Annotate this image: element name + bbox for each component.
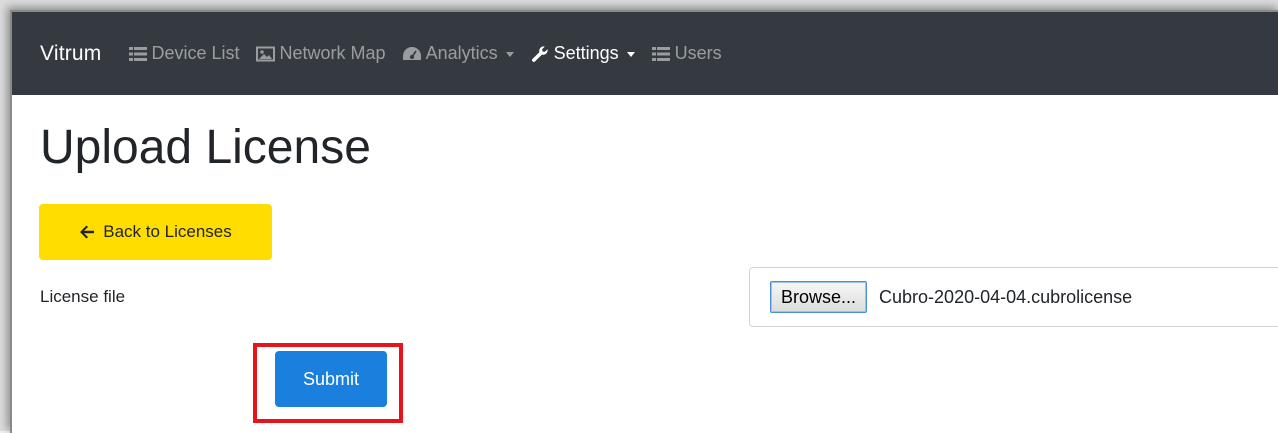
chevron-down-icon [626, 52, 635, 57]
chevron-down-icon [505, 52, 514, 57]
tachometer-icon [402, 44, 422, 64]
license-file-label: License file [40, 287, 126, 306]
nav-item-label: Analytics [425, 43, 498, 63]
arrow-left-icon [79, 223, 97, 241]
browser-window: Vitrum Device List Network Map Analytics… [10, 10, 1278, 433]
page-title: Upload License [40, 121, 371, 174]
nav-item-network-map[interactable]: Network Map [256, 43, 386, 64]
selected-file-name: Cubro-2020-04-04.cubrolicense [879, 286, 1133, 307]
nav-item-users[interactable]: Users [651, 43, 722, 64]
list-icon [128, 44, 148, 64]
list-icon [651, 44, 671, 64]
submit-button[interactable]: Submit [275, 351, 387, 407]
nav-item-label: Device List [151, 43, 240, 63]
top-navbar: Vitrum Device List Network Map Analytics… [12, 12, 1278, 95]
image-icon [256, 44, 276, 64]
back-to-licenses-button[interactable]: Back to Licenses [39, 204, 272, 260]
nav-item-device-list[interactable]: Device List [128, 43, 240, 64]
nav-item-label: Users [674, 43, 722, 63]
back-button-label: Back to Licenses [103, 222, 232, 241]
browse-button[interactable]: Browse... [770, 281, 868, 313]
nav-item-label: Network Map [279, 43, 386, 63]
nav-item-label: Settings [553, 43, 619, 63]
screenshot-frame: Vitrum Device List Network Map Analytics… [0, 0, 1278, 433]
license-file-input[interactable]: Browse... Cubro-2020-04-04.cubrolicense [749, 267, 1278, 327]
nav-item-analytics[interactable]: Analytics [402, 43, 514, 64]
brand-link[interactable]: Vitrum [40, 42, 102, 66]
nav-item-settings[interactable]: Settings [530, 43, 635, 64]
wrench-icon [530, 44, 550, 64]
